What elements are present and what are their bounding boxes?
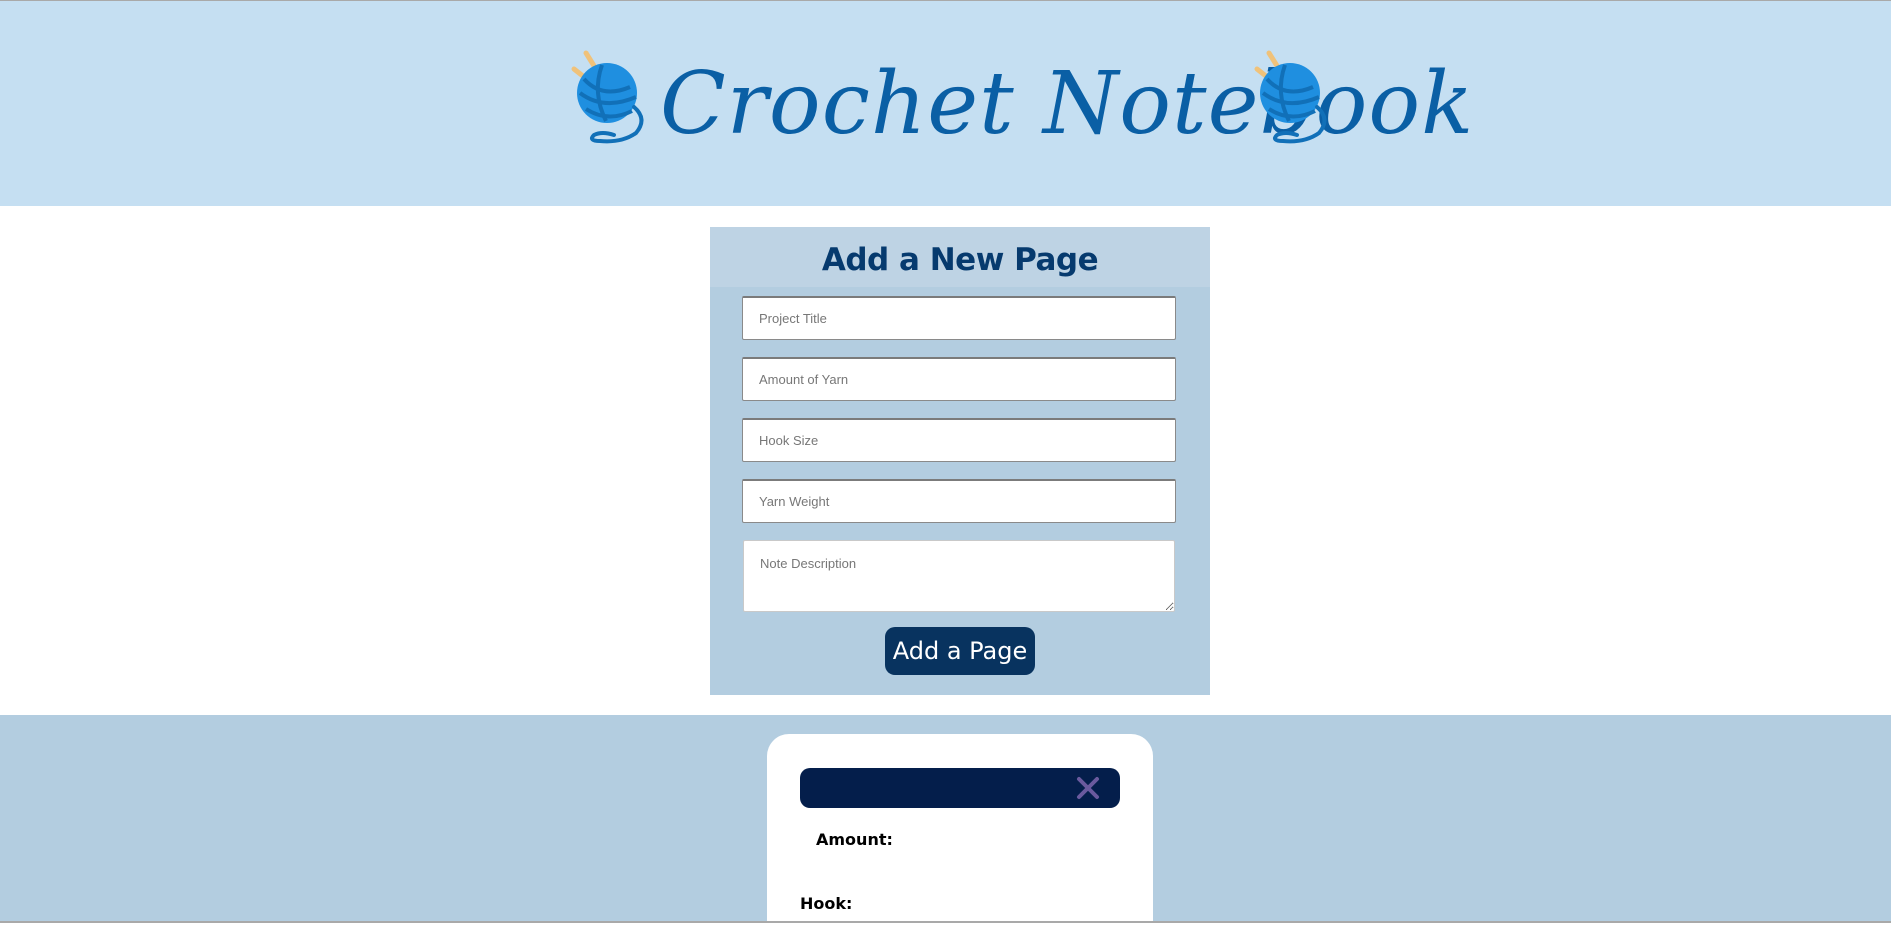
form-header: Add a New Page bbox=[710, 227, 1210, 287]
note-card: Amount: Hook: bbox=[767, 734, 1153, 934]
yarn-weight-input[interactable] bbox=[742, 479, 1176, 523]
note-description-textarea[interactable] bbox=[743, 540, 1175, 612]
hook-label: Hook: bbox=[800, 894, 853, 913]
hook-size-input[interactable] bbox=[742, 418, 1176, 462]
add-page-form: Add a New Page Add a Page bbox=[710, 227, 1210, 695]
app-title: Crochet Notebook bbox=[660, 54, 1475, 154]
note-card-title-bar bbox=[800, 768, 1120, 808]
form-heading: Add a New Page bbox=[821, 242, 1099, 278]
close-icon[interactable] bbox=[1074, 774, 1102, 802]
project-title-input[interactable] bbox=[742, 296, 1176, 340]
notes-section: Amount: Hook: bbox=[0, 715, 1891, 934]
yarn-ball-icon bbox=[1254, 50, 1327, 144]
yarn-ball-icon bbox=[571, 50, 644, 144]
amount-label: Amount: bbox=[816, 830, 893, 849]
amount-of-yarn-input[interactable] bbox=[742, 357, 1176, 401]
add-page-button[interactable]: Add a Page bbox=[885, 627, 1035, 675]
header-banner: Crochet Notebook bbox=[0, 1, 1891, 206]
